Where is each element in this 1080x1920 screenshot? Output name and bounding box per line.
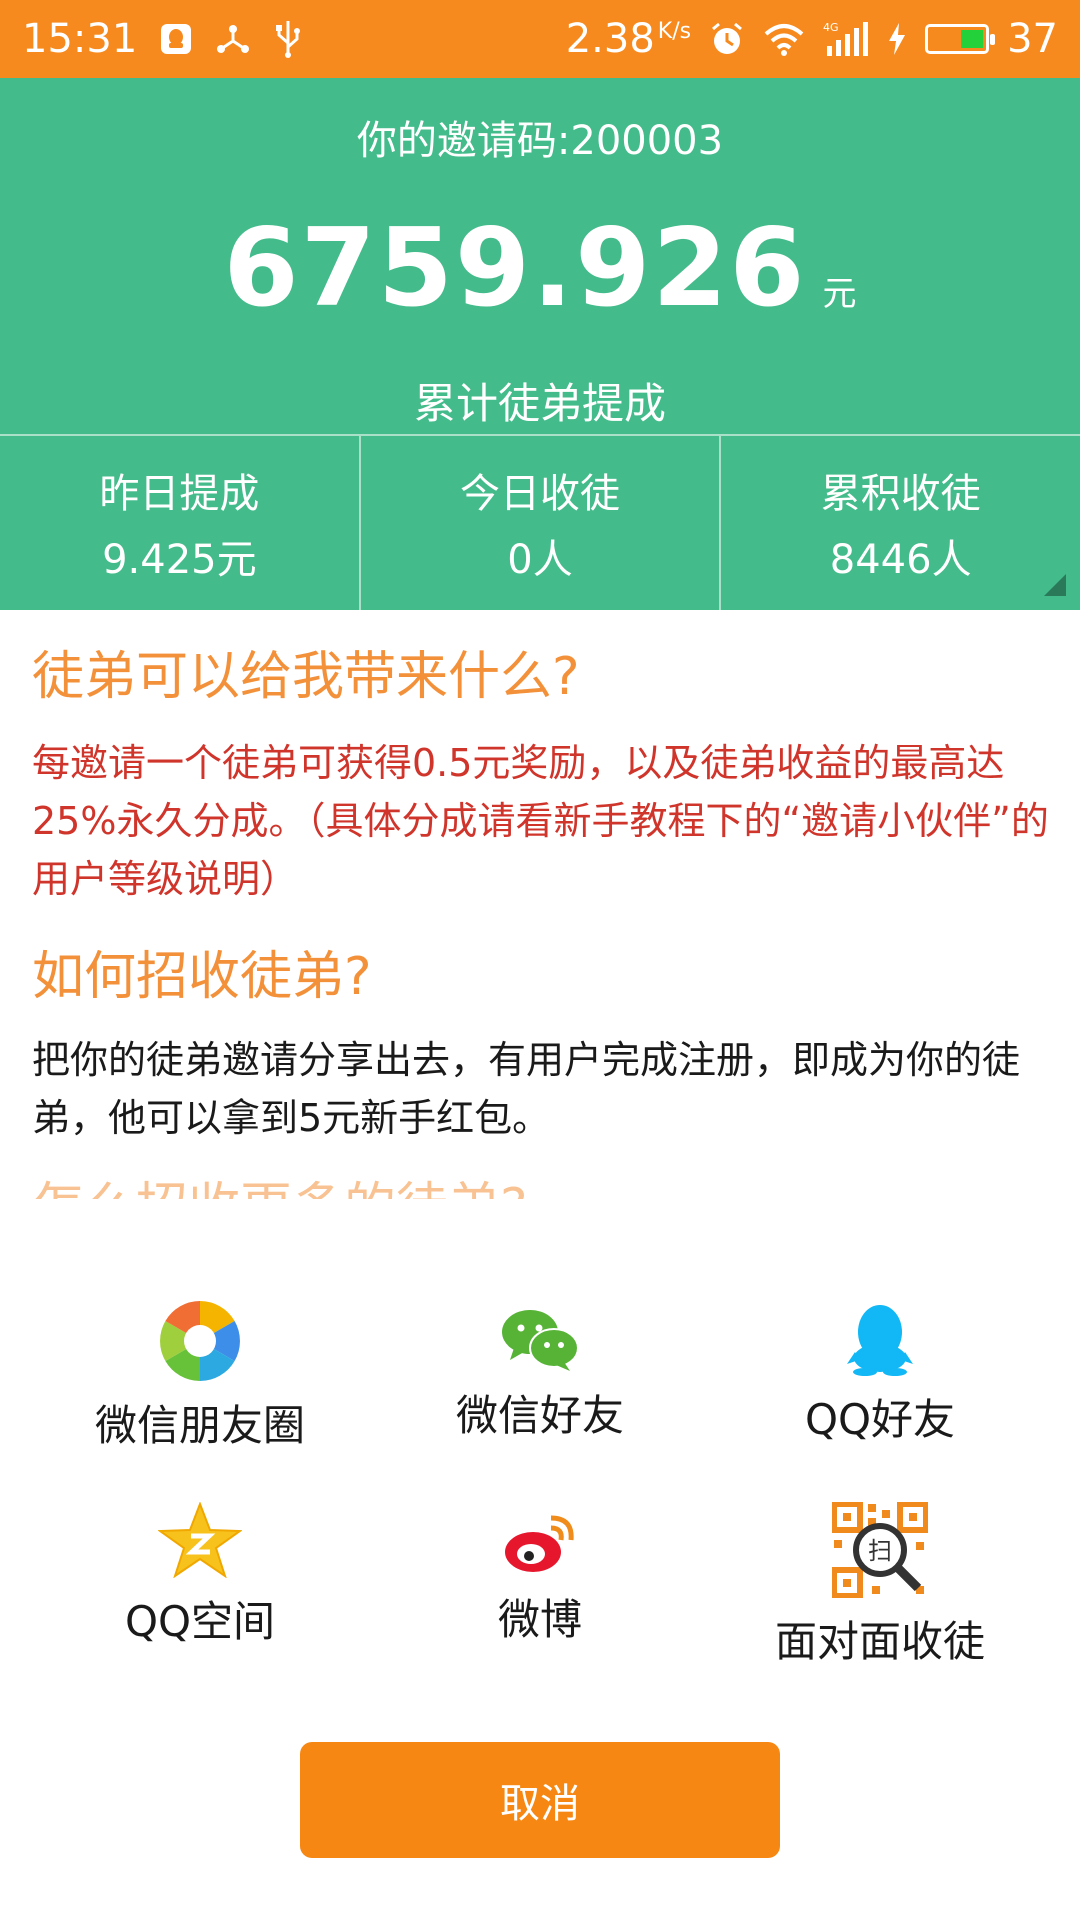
wechat-icon (500, 1310, 580, 1376)
share-label: 微信好友 (455, 1391, 624, 1440)
stat-value: 0人 (507, 537, 573, 583)
earnings-header: 你的邀请码:200003 6759.926 元 累计徒弟提成 (0, 78, 1080, 434)
share-qq-friend[interactable]: QQ好友 (700, 1302, 1060, 1447)
faq-question-2: 如何招收徒弟? (32, 947, 372, 1008)
stat-title: 今日收徒 (460, 471, 620, 517)
qr-scan-char: 扫 (868, 1537, 892, 1565)
total-amount: 6759.926 (223, 206, 807, 331)
weibo-icon (503, 1515, 577, 1580)
signal-4g-icon: 4G (823, 20, 869, 58)
share-label: 面对面收徒 (774, 1617, 985, 1666)
total-amount-row: 6759.926 元 (0, 206, 1080, 331)
share-label: QQ好友 (804, 1395, 956, 1444)
faq-content: 徒弟可以给我带来什么? 每邀请一个徒弟可获得0.5元奖励，以及徒弟收益的最高达2… (32, 608, 1050, 1199)
status-bar: 15:31 2.38 K/s 4G 37 (0, 0, 1080, 78)
share-wechat-friend[interactable]: 微信好友 (360, 1308, 720, 1443)
amount-label: 累计徒弟提成 (413, 379, 666, 428)
share-wechat-moments[interactable]: 微信朋友圈 (20, 1300, 380, 1453)
amount-unit: 元 (822, 274, 857, 314)
faq-answer-1: 每邀请一个徒弟可获得0.5元奖励，以及徒弟收益的最高达25%永久分成。（具体分成… (32, 741, 1049, 902)
stat-value: 9.425元 (102, 537, 257, 583)
share-label: 微博 (497, 1595, 582, 1644)
svg-text:4G: 4G (823, 21, 839, 34)
stat-value: 8446人 (829, 537, 972, 583)
wifi-icon (763, 22, 805, 56)
cancel-button[interactable]: 取消 (300, 1742, 780, 1858)
stats-bar: 昨日提成 9.425元 今日收徒 0人 累积收徒 8446人 (0, 434, 1080, 610)
stat-title: 昨日提成 (99, 471, 260, 517)
faq-question-3-partial: 怎么招收更多的徒弟? (32, 1165, 1050, 1199)
qq-notification-icon (159, 22, 193, 56)
speed-unit: K/s (657, 18, 692, 44)
share-icon (215, 21, 251, 57)
wechat-moments-icon (159, 1301, 241, 1386)
faq-question-1: 徒弟可以给我带来什么? (32, 647, 580, 707)
share-label: 微信朋友圈 (94, 1401, 305, 1450)
battery-level: 37 (1007, 16, 1058, 62)
usb-icon (273, 19, 303, 59)
alarm-icon (709, 21, 745, 57)
faq-answer-2: 把你的徒弟邀请分享出去，有用户完成注册，即成为你的徒弟，他可以拿到5元新手红包。 (32, 1037, 1021, 1140)
stat-title: 累积收徒 (820, 471, 981, 517)
share-weibo[interactable]: 微博 (360, 1512, 720, 1647)
network-speed: 2.38 K/s (565, 16, 692, 62)
share-label: QQ空间 (124, 1597, 276, 1646)
share-face-to-face[interactable]: 扫 面对面收徒 (700, 1501, 1060, 1669)
charging-icon (887, 22, 907, 56)
stat-today-apprentices[interactable]: 今日收徒 0人 (358, 436, 720, 610)
stat-yesterday-commission[interactable]: 昨日提成 9.425元 (0, 436, 359, 610)
qzone-icon (156, 1501, 244, 1582)
share-sheet: 微信朋友圈 微信好友 QQ好友 QQ空间 微博 扫 面对面收徒 取消 (0, 1212, 1080, 1920)
stat-total-apprentices[interactable]: 累积收徒 8446人 (719, 436, 1080, 610)
invite-code: 你的邀请码:200003 (356, 118, 724, 164)
qq-icon (845, 1305, 915, 1380)
status-time: 15:31 (22, 16, 138, 62)
battery-icon (925, 24, 996, 54)
qr-scan-icon: 扫 (831, 1501, 929, 1602)
corner-indicator-icon (1044, 574, 1066, 596)
share-qzone[interactable]: QQ空间 (20, 1501, 380, 1649)
